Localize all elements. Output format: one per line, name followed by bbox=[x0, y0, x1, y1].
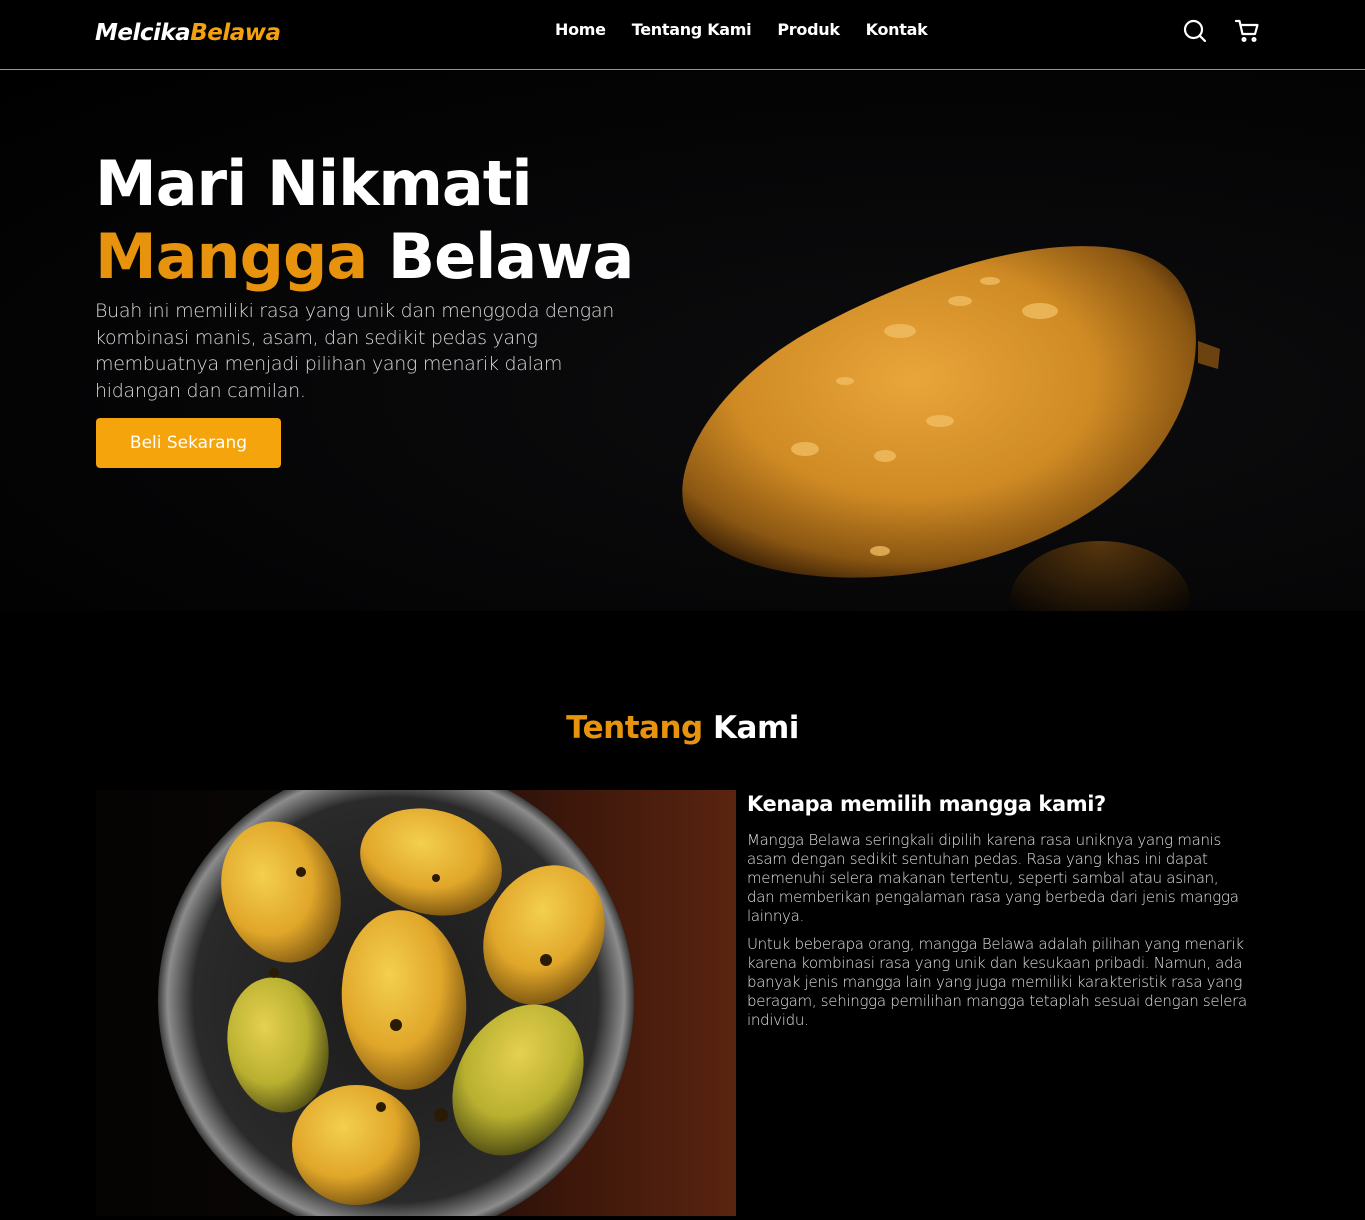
hero-mango-image bbox=[682, 246, 1220, 611]
about-section-title: Tentang Kami bbox=[0, 710, 1365, 746]
about-title-accent: Tentang bbox=[566, 710, 703, 746]
navbar: MelcikaBelawa Home Tentang Kami Produk K… bbox=[0, 0, 1365, 70]
hero-title-rest: Belawa bbox=[387, 220, 635, 293]
nav-link-tentang-kami[interactable]: Tentang Kami bbox=[632, 20, 752, 39]
nav-link-home[interactable]: Home bbox=[555, 20, 606, 39]
buy-now-button[interactable]: Beli Sekarang bbox=[96, 418, 281, 468]
main-nav: Home Tentang Kami Produk Kontak bbox=[555, 20, 928, 39]
hero-title-line1: Mari Nikmati bbox=[95, 147, 533, 220]
hero-title-accent: Mangga bbox=[95, 220, 368, 293]
shopping-cart-icon[interactable] bbox=[1234, 18, 1260, 44]
nav-link-kontak[interactable]: Kontak bbox=[866, 20, 928, 39]
brand-logo[interactable]: MelcikaBelawa bbox=[95, 20, 281, 46]
nav-link-produk[interactable]: Produk bbox=[777, 20, 840, 39]
about-paragraph-2: Untuk beberapa orang, mangga Belawa adal… bbox=[747, 935, 1247, 1029]
hero-section: Mari Nikmati Mangga Belawa Buah ini memi… bbox=[0, 71, 1365, 611]
hero-title: Mari Nikmati Mangga Belawa bbox=[95, 147, 635, 293]
about-paragraph-1: Mangga Belawa seringkali dipilih karena … bbox=[747, 831, 1239, 925]
brand-name-part2: Belawa bbox=[190, 20, 281, 46]
about-heading: Kenapa memilih mangga kami? bbox=[747, 792, 1106, 816]
about-title-rest: Kami bbox=[713, 710, 799, 746]
about-text: Kenapa memilih mangga kami? Mangga Belaw… bbox=[747, 792, 1247, 1039]
hero-description: Buah ini memiliki rasa yang unik dan men… bbox=[95, 300, 614, 402]
brand-name-part1: Melcika bbox=[95, 20, 191, 46]
mango-bowl-image bbox=[96, 790, 736, 1216]
nav-icons bbox=[1182, 18, 1260, 44]
search-icon[interactable] bbox=[1182, 18, 1208, 44]
